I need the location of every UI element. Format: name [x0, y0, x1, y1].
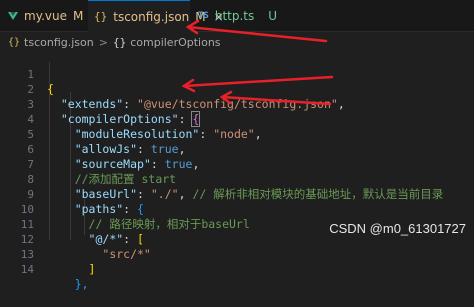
watermark: CSDN @m0_61301727	[329, 221, 466, 236]
tab-label: tsconfig.json	[113, 9, 190, 24]
code-line: 9 "paths": {	[0, 172, 474, 216]
code-line: 5 "allowJs": true,	[0, 112, 474, 156]
vue-icon	[8, 12, 18, 20]
code-line: 6 "sourceMap": true,	[0, 127, 474, 171]
tab-http-ts[interactable]: TS http.ts U	[198, 0, 278, 32]
tab-label: http.ts	[214, 9, 255, 23]
code-line: 2 "extends": "@vue/tsconfig/tsconfig.jso…	[0, 67, 474, 111]
code-line: 8 "baseUrl": "./", // 解析非相对模块的基础地址，默认是当前…	[0, 157, 474, 201]
code-line: 10 // 路径映射，相对于baseUrl	[0, 187, 474, 231]
code-line: 3 "compilerOptions": {	[0, 82, 474, 127]
chevron-right-icon: >	[98, 35, 108, 49]
brace: },	[74, 277, 89, 291]
breadcrumb: {} tsconfig.json > {} compilerOptions	[0, 32, 474, 52]
untracked-badge: U	[268, 9, 278, 23]
code-line: 14 },	[0, 247, 474, 291]
code-line: 11 "@/*": [	[0, 202, 474, 246]
ts-icon: TS	[198, 11, 209, 21]
json-icon: {}	[8, 36, 21, 48]
tab-my-vue[interactable]: my.vue M	[8, 0, 88, 32]
json-icon: {}	[94, 10, 108, 23]
code-editor[interactable]: 1 { 2 "extends": "@vue/tsconfig/tsconfig…	[0, 52, 474, 291]
breadcrumb-file[interactable]: tsconfig.json	[24, 36, 94, 49]
code-line: 4 "moduleResolution": "node",	[0, 97, 474, 141]
tab-bar: my.vue M {} tsconfig.json M × TS http.ts…	[0, 0, 474, 32]
breadcrumb-symbol[interactable]: compilerOptions	[130, 36, 220, 49]
code-line: 1 {	[0, 52, 474, 96]
object-icon: {}	[112, 35, 127, 49]
tab-tsconfig-json[interactable]: {} tsconfig.json M ×	[88, 0, 224, 32]
tab-label: my.vue	[24, 9, 67, 23]
code-line: 7 //添加配置 start	[0, 142, 474, 186]
modified-badge: M	[72, 9, 84, 23]
line-number: 14	[20, 263, 34, 276]
bracket: ]	[88, 262, 96, 276]
